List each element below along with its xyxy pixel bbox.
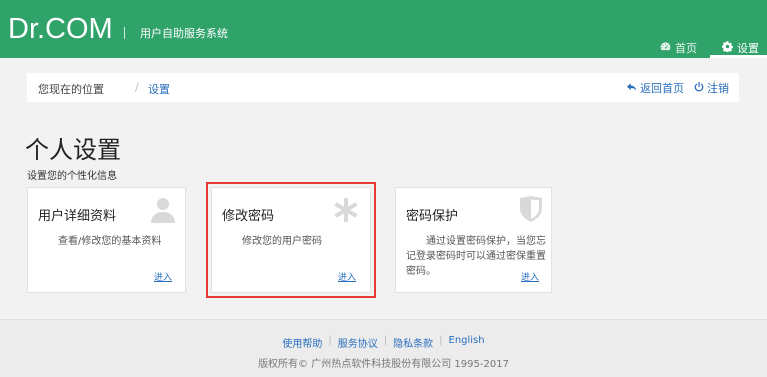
footer-separator: | [439,335,443,346]
footer-link-terms[interactable]: 服务协议 [338,335,378,350]
breadcrumb: 您现在的位置 / 设置 返回首页 注销 [27,73,739,102]
breadcrumb-current[interactable]: 设置 [148,81,170,97]
nav-settings-label: 设置 [737,42,759,55]
footer-links: 使用帮助 | 服务协议 | 隐私条款 | English [0,335,767,350]
user-icon [150,196,176,224]
brand-logo[interactable]: Dr.COM [8,13,113,46]
breadcrumb-separator: / [135,81,139,94]
gear-icon [722,41,733,55]
shield-icon [520,196,542,222]
card-description: 查看/修改您的基本资料 [58,236,162,247]
card-enter-link[interactable]: 进入 [154,270,172,283]
back-home-link[interactable]: 返回首页 [627,80,684,96]
card-enter-link[interactable]: 进入 [521,270,539,283]
dashboard-icon [660,41,671,55]
brand-divider [124,27,125,39]
card-title: 密码保护 [406,209,459,224]
card-user-profile[interactable]: 用户详细资料 查看/修改您的基本资料 进入 [27,187,186,293]
logout-link[interactable]: 注销 [694,80,729,96]
logout-label: 注销 [707,82,729,95]
page-title: 个人设置 [25,136,121,164]
nav-home-label: 首页 [675,42,697,55]
footer-link-privacy[interactable]: 隐私条款 [393,335,433,350]
copyright-text: 版权所有© 广州热点软件科技股份有限公司 1995-2017 [258,359,509,370]
breadcrumb-prefix: 您现在的位置 [38,83,104,96]
footer: 使用帮助 | 服务协议 | 隐私条款 | English 版权所有© 广州热点软… [0,319,767,377]
reply-arrow-icon [627,82,637,95]
highlight-box [206,182,376,298]
footer-link-help[interactable]: 使用帮助 [282,335,322,350]
top-header: Dr.COM 用户自助服务系统 首页 设置 [0,0,767,58]
power-icon [694,81,704,95]
card-title: 用户详细资料 [38,209,117,224]
footer-separator: | [328,335,332,346]
card-password-protection[interactable]: 密码保护 通过设置密码保护，当您忘记登录密码时可以通过密保重置密码。 进入 [395,187,552,293]
footer-link-english[interactable]: English [449,335,485,350]
page-description: 设置您的个性化信息 [27,171,117,182]
system-subtitle: 用户自助服务系统 [140,27,228,40]
footer-separator: | [383,335,388,346]
back-home-label: 返回首页 [640,82,684,95]
active-tab-indicator [710,55,767,58]
nav-home[interactable]: 首页 [660,38,697,58]
